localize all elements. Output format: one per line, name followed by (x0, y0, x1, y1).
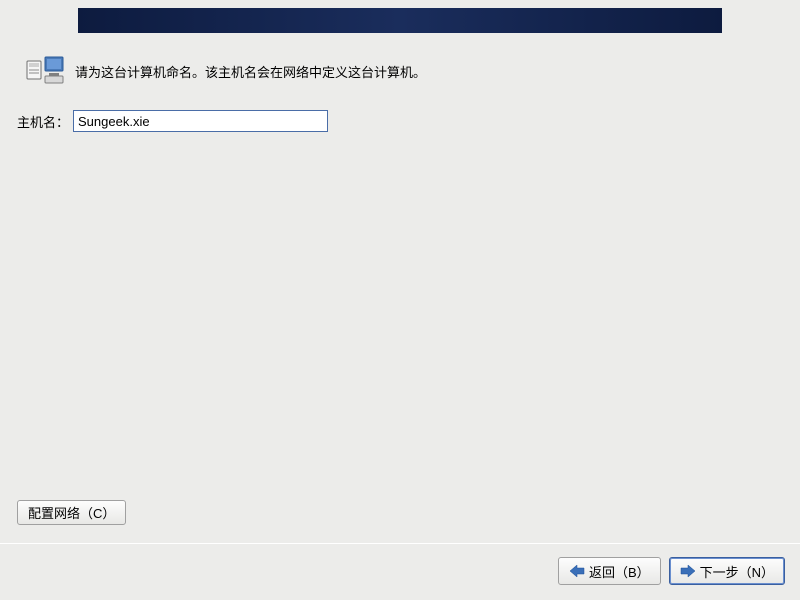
separator-line (0, 543, 800, 544)
header-banner (78, 8, 722, 33)
back-button-label: 返回（B） (589, 562, 650, 581)
arrow-right-icon (680, 564, 696, 578)
arrow-left-icon (569, 564, 585, 578)
hostname-label: 主机名： (17, 112, 69, 131)
computer-network-icon (25, 55, 65, 87)
configure-network-label: 配置网络（C） (28, 506, 115, 521)
description-text: 请为这台计算机命名。该主机名会在网络中定义这台计算机。 (75, 62, 426, 81)
back-button[interactable]: 返回（B） (558, 557, 661, 585)
hostname-row: 主机名： (17, 110, 328, 132)
configure-network-button[interactable]: 配置网络（C） (17, 500, 126, 525)
nav-buttons: 返回（B） 下一步（N） (558, 557, 785, 585)
hostname-input[interactable] (73, 110, 328, 132)
next-button-label: 下一步（N） (700, 562, 774, 581)
next-button[interactable]: 下一步（N） (669, 557, 785, 585)
description-row: 请为这台计算机命名。该主机名会在网络中定义这台计算机。 (25, 55, 426, 87)
